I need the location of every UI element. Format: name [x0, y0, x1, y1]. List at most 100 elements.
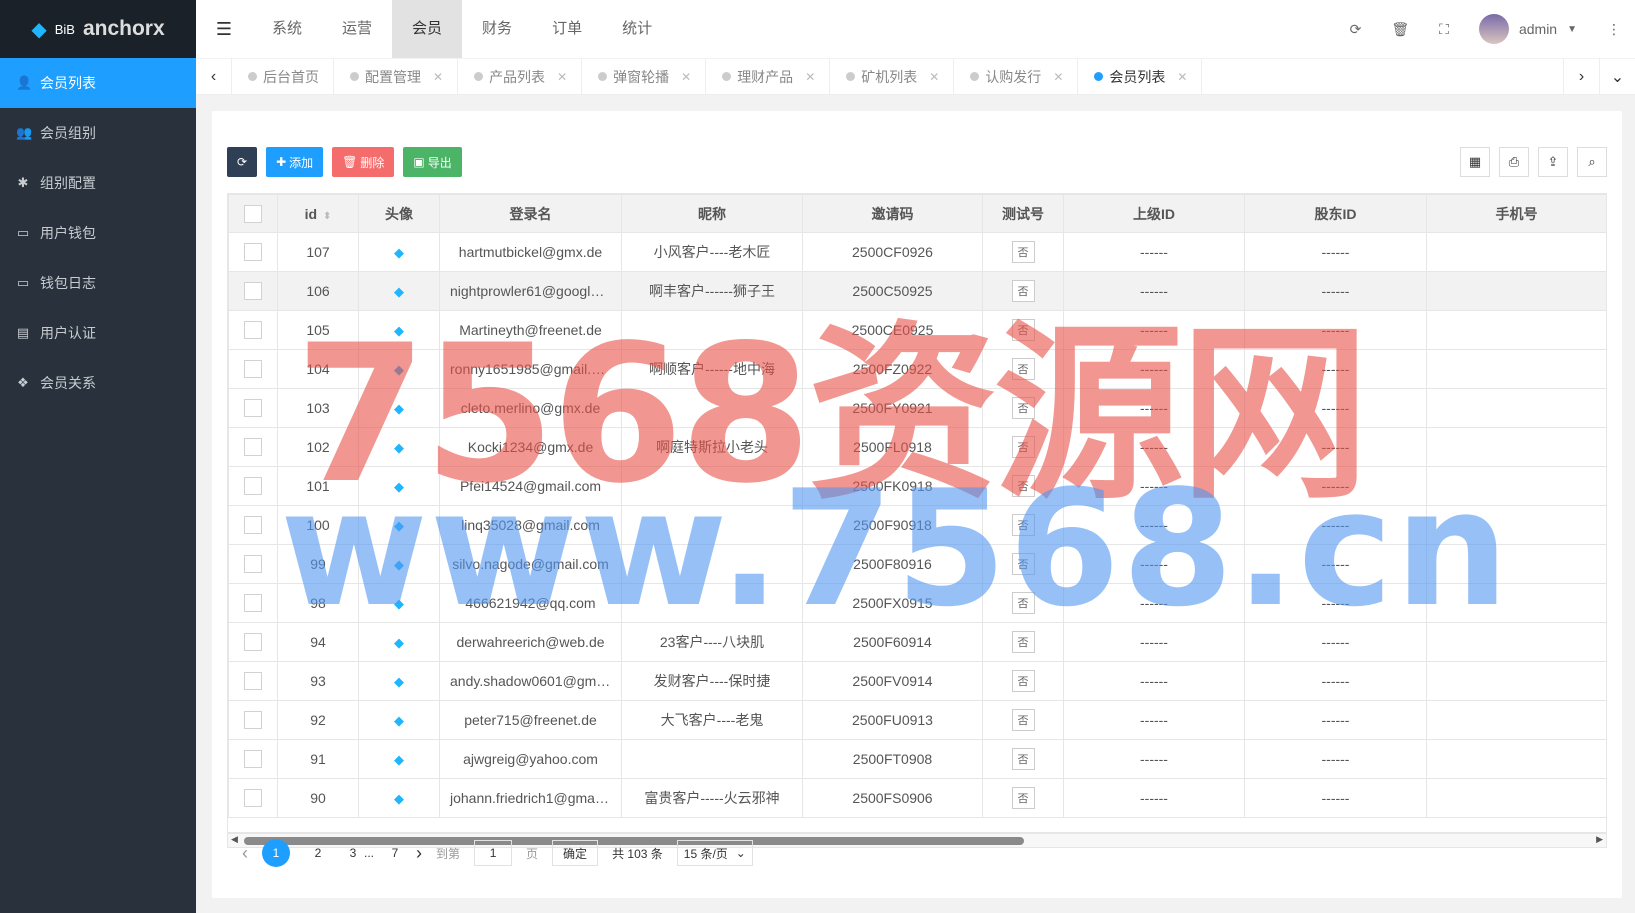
- page-size-select[interactable]: 15 条/页 ⌄: [676, 840, 753, 866]
- row-checkbox[interactable]: [228, 505, 278, 545]
- tab[interactable]: 产品列表 ✕: [458, 59, 583, 94]
- refresh-button[interactable]: ⟳: [227, 147, 258, 177]
- test-badge[interactable]: 否: [1011, 280, 1035, 302]
- refresh-icon[interactable]: ⟳: [1350, 21, 1362, 38]
- prev-page-icon[interactable]: ‹: [242, 843, 248, 864]
- table-row[interactable]: 105 ◆ Martineyth@freenet.de 2500CE0925 否…: [228, 310, 1606, 350]
- table-row[interactable]: 90 ◆ johann.friedrich1@gmail.com 富贵客户---…: [228, 778, 1606, 818]
- tab[interactable]: 配置管理 ✕: [334, 59, 459, 94]
- row-checkbox[interactable]: [228, 388, 278, 428]
- page-link[interactable]: 7: [388, 839, 402, 867]
- tab[interactable]: 后台首页: [232, 59, 334, 94]
- table-row[interactable]: 99 ◆ silvo.nagode@gmail.com 2500F80916 否…: [228, 544, 1606, 584]
- row-checkbox[interactable]: [228, 622, 278, 662]
- close-icon[interactable]: ✕: [681, 70, 691, 84]
- test-badge[interactable]: 否: [1011, 553, 1035, 575]
- page-current[interactable]: 1: [262, 839, 290, 867]
- topnav-item[interactable]: 统计: [602, 0, 672, 58]
- row-checkbox[interactable]: [228, 271, 278, 311]
- row-checkbox[interactable]: [228, 778, 278, 818]
- add-button[interactable]: ✚ 添加: [266, 147, 324, 177]
- column-header[interactable]: id ⬍: [277, 194, 359, 233]
- table-row[interactable]: 101 ◆ Pfei14524@gmail.com 2500FK0918 否 -…: [228, 466, 1606, 506]
- tab-scroll-left-icon[interactable]: ‹: [196, 59, 232, 94]
- topnav-item[interactable]: 运营: [322, 0, 392, 58]
- more-icon[interactable]: ⋮: [1607, 21, 1621, 38]
- close-icon[interactable]: ✕: [805, 70, 815, 84]
- columns-icon[interactable]: ▦: [1460, 147, 1490, 177]
- export-button[interactable]: ▣ 导出: [403, 147, 462, 177]
- tab[interactable]: 矿机列表 ✕: [830, 59, 955, 94]
- test-badge[interactable]: 否: [1011, 397, 1035, 419]
- row-checkbox[interactable]: [228, 700, 278, 740]
- row-checkbox[interactable]: [228, 466, 278, 506]
- test-badge[interactable]: 否: [1011, 514, 1035, 536]
- sidebar-item[interactable]: ❖ 会员关系: [0, 358, 196, 408]
- table-row[interactable]: 91 ◆ ajwgreig@yahoo.com 2500FT0908 否 ---…: [228, 739, 1606, 779]
- test-badge[interactable]: 否: [1011, 631, 1035, 653]
- row-checkbox[interactable]: [228, 310, 278, 350]
- close-icon[interactable]: ✕: [1053, 70, 1063, 84]
- tab[interactable]: 弹窗轮播 ✕: [582, 59, 707, 94]
- tab-menu-chevron-down-icon[interactable]: ⌄: [1599, 59, 1635, 94]
- goto-page-input[interactable]: 1: [474, 840, 513, 866]
- tab-scroll-right-icon[interactable]: ›: [1563, 59, 1599, 94]
- page-link[interactable]: 2: [304, 839, 332, 867]
- next-page-icon[interactable]: ›: [416, 843, 422, 864]
- row-checkbox[interactable]: [228, 427, 278, 467]
- sidebar-item[interactable]: 👥 会员组别: [0, 108, 196, 158]
- topnav-item[interactable]: 会员: [392, 0, 463, 58]
- table-row[interactable]: 92 ◆ peter715@freenet.de 大飞客户----老鬼 2500…: [228, 700, 1606, 740]
- table-row[interactable]: 98 ◆ 466621942@qq.com 2500FX0915 否 -----…: [228, 583, 1606, 623]
- row-checkbox[interactable]: [228, 739, 278, 779]
- close-icon[interactable]: ✕: [557, 70, 567, 84]
- sidebar-item[interactable]: ▤ 用户认证: [0, 308, 196, 358]
- row-checkbox[interactable]: [228, 583, 278, 623]
- table-row[interactable]: 107 ◆ hartmutbickel@gmx.de 小风客户----老木匠 2…: [228, 232, 1606, 272]
- row-checkbox[interactable]: [228, 544, 278, 584]
- close-icon[interactable]: ✕: [929, 70, 939, 84]
- test-badge[interactable]: 否: [1011, 241, 1035, 263]
- table-row[interactable]: 106 ◆ nightprowler61@googlemail.com 啊丰客户…: [228, 271, 1606, 311]
- topnav-item[interactable]: 系统: [252, 0, 322, 58]
- test-badge[interactable]: 否: [1011, 670, 1035, 692]
- row-checkbox[interactable]: [228, 349, 278, 389]
- sidebar-item[interactable]: ▭ 钱包日志: [0, 258, 196, 308]
- test-badge[interactable]: 否: [1011, 709, 1035, 731]
- row-checkbox[interactable]: [228, 661, 278, 701]
- test-badge[interactable]: 否: [1011, 787, 1035, 809]
- sidebar-item[interactable]: 👤 会员列表: [0, 58, 196, 108]
- table-row[interactable]: 104 ◆ ronny1651985@gmail.com 啊顺客户------地…: [228, 349, 1606, 389]
- table-row[interactable]: 100 ◆ linq35028@gmail.com 2500F90918 否 -…: [228, 505, 1606, 545]
- close-icon[interactable]: ✕: [433, 70, 443, 84]
- row-checkbox[interactable]: [228, 232, 278, 272]
- search-icon[interactable]: ⌕: [1577, 147, 1607, 177]
- scroll-left-icon[interactable]: ◀: [231, 834, 238, 845]
- sidebar-item[interactable]: ▭ 用户钱包: [0, 208, 196, 258]
- table-row[interactable]: 103 ◆ cleto.merlino@gmx.de 2500FY0921 否 …: [228, 388, 1606, 428]
- fullscreen-icon[interactable]: ⛶: [1439, 21, 1449, 38]
- print-icon[interactable]: ⎙: [1499, 147, 1529, 177]
- trash-icon[interactable]: 🗑: [1391, 21, 1409, 38]
- user-menu[interactable]: admin ▼: [1478, 14, 1577, 44]
- goto-confirm-button[interactable]: 确定: [552, 840, 599, 866]
- scroll-right-icon[interactable]: ▶: [1596, 834, 1603, 845]
- page-link[interactable]: 3: [346, 839, 360, 867]
- select-all-checkbox[interactable]: [228, 194, 278, 233]
- tab[interactable]: 理财产品 ✕: [706, 59, 831, 94]
- test-badge[interactable]: 否: [1011, 475, 1035, 497]
- test-badge[interactable]: 否: [1011, 319, 1035, 341]
- test-badge[interactable]: 否: [1011, 436, 1035, 458]
- menu-toggle-icon[interactable]: ☰: [196, 19, 252, 40]
- tab[interactable]: 会员列表 ✕: [1078, 59, 1203, 94]
- sidebar-item[interactable]: ✱ 组别配置: [0, 158, 196, 208]
- table-row[interactable]: 93 ◆ andy.shadow0601@gmail.com 发财客户----保…: [228, 661, 1606, 701]
- topnav-item[interactable]: 财务: [462, 0, 532, 58]
- sort-icon[interactable]: ⬍: [323, 211, 331, 222]
- export-icon[interactable]: ⇪: [1538, 147, 1568, 177]
- delete-button[interactable]: 🗑 删除: [332, 147, 395, 177]
- test-badge[interactable]: 否: [1011, 358, 1035, 380]
- tab[interactable]: 认购发行 ✕: [954, 59, 1079, 94]
- logo[interactable]: ◆ BiB anchorx: [0, 0, 196, 58]
- test-badge[interactable]: 否: [1011, 592, 1035, 614]
